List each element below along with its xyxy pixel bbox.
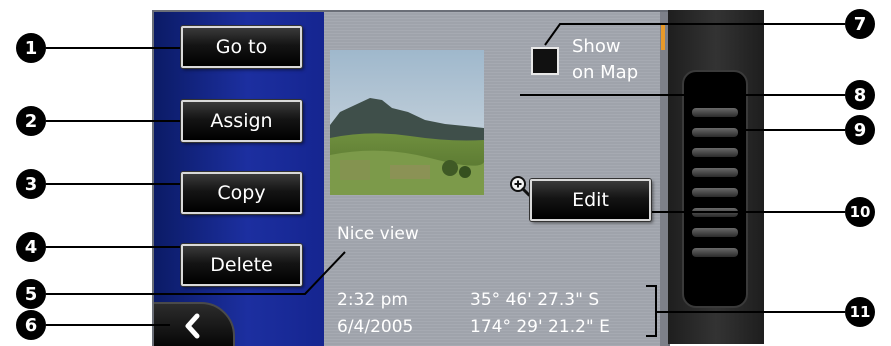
callout-6: 6 [16,310,46,340]
callout-2: 2 [16,106,46,136]
callout-10: 10 [845,197,875,227]
callout-11: 11 [845,297,875,327]
callout-7: 7 [845,9,875,39]
callout-lines [46,23,845,337]
callout-8: 8 [845,80,875,110]
callout-5: 5 [16,279,46,309]
callout-3: 3 [16,169,46,199]
callout-4: 4 [16,232,46,262]
callout-9: 9 [845,115,875,145]
callout-1: 1 [16,33,46,63]
